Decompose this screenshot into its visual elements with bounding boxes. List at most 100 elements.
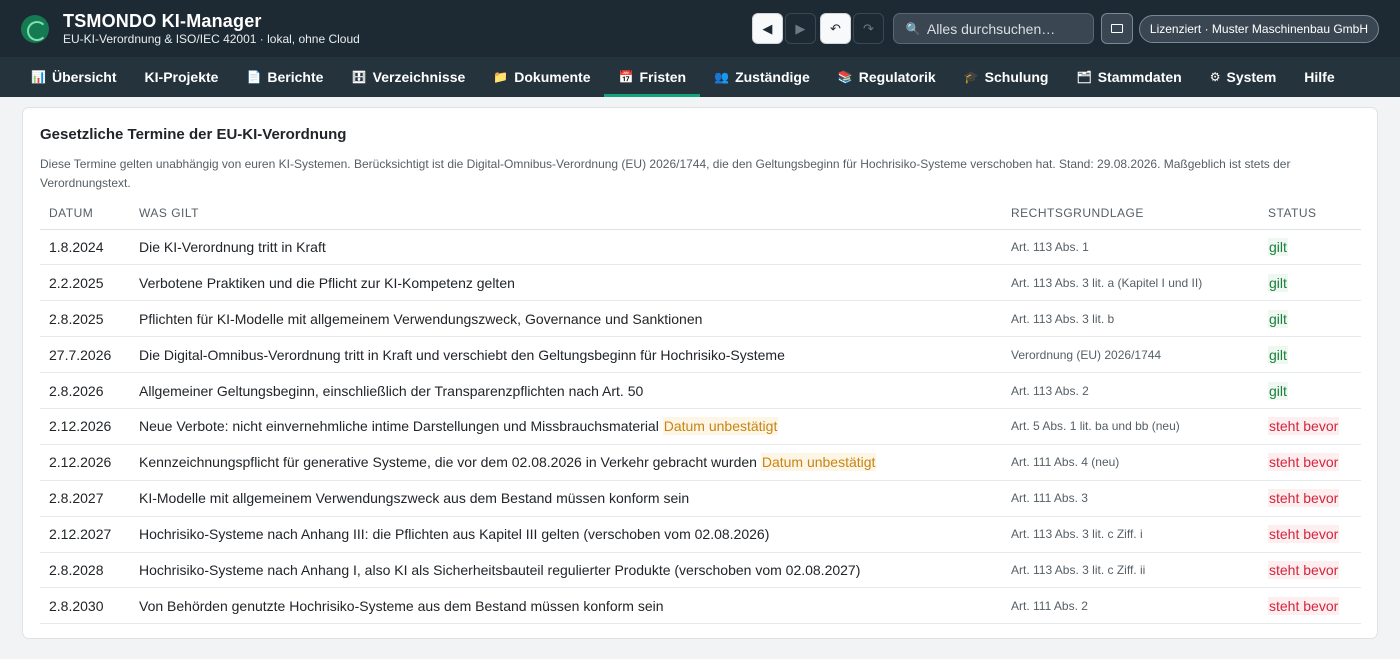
- cell-status: gilt: [1259, 229, 1361, 266]
- app-subtitle: EU-KI-Verordnung & ISO/IEC 42001 · lokal…: [63, 32, 360, 46]
- cell-status: steht bevor: [1259, 408, 1361, 445]
- column-header-status: STATUS: [1259, 197, 1361, 230]
- table-row: 2.12.2026 Neue Verbote: nicht einvernehml…: [40, 408, 1361, 445]
- app-logo-icon: [21, 14, 49, 43]
- tab-stammdaten[interactable]: 🗂 Stammdaten: [1062, 57, 1195, 97]
- table-row: 2.8.2027 KI-Modelle mit allgemeinem Verwe…: [40, 480, 1361, 517]
- books-icon: 📚: [837, 70, 853, 84]
- brand: TSMONDO KI-Manager EU-KI-Verordnung & IS…: [63, 11, 360, 46]
- folder-icon: 📁: [493, 70, 509, 84]
- tab-verzeichnisse[interactable]: 🗄 Verzeichnisse: [337, 57, 479, 97]
- tab-dokumente[interactable]: 📁 Dokumente: [479, 57, 604, 97]
- people-icon: 👥: [714, 70, 730, 84]
- what-text: Allgemeiner Geltungsbeginn, einschließli…: [139, 382, 644, 399]
- tab-label: Fristen: [639, 69, 687, 85]
- what-text: Neue Verbote: nicht einvernehmliche inti…: [139, 418, 659, 435]
- tab-label: Regulatorik: [858, 69, 936, 85]
- deadlines-card: Gesetzliche Termine der EU-KI-Verordnung…: [22, 107, 1378, 639]
- chart-icon: 📊: [31, 70, 46, 84]
- tab-ki-projekte[interactable]: KI-Projekte: [131, 57, 233, 97]
- back-button[interactable]: ◀: [751, 13, 783, 44]
- table-row: 2.8.2030 Von Behörden genutzte Hochrisiko…: [40, 587, 1361, 625]
- cell-status: gilt: [1259, 372, 1361, 409]
- cell-date: 2.12.2026: [40, 408, 130, 445]
- search-input[interactable]: 🔍 Alles durchsuchen…: [892, 13, 1094, 44]
- unconfirmed-badge: Datum unbestätigt: [662, 417, 779, 436]
- status-badge: gilt: [1268, 309, 1288, 328]
- redo-icon: ↷: [862, 20, 874, 36]
- cell-legal-basis: Art. 113 Abs. 3 lit. a (Kapitel I und II…: [1002, 264, 1259, 302]
- app-header: TSMONDO KI-Manager EU-KI-Verordnung & IS…: [0, 0, 1400, 57]
- cell-date: 1.8.2024: [40, 229, 130, 266]
- status-badge: steht bevor: [1268, 525, 1340, 544]
- undo-button[interactable]: ↶: [819, 13, 851, 44]
- search-placeholder: Alles durchsuchen…: [926, 20, 1056, 37]
- column-header-date: DATUM: [40, 197, 130, 230]
- mail-button[interactable]: [1100, 13, 1133, 44]
- table-row: 2.12.2026 Kennzeichnungspflicht für gener…: [40, 444, 1361, 481]
- cell-what: Verbotene Praktiken und die Pflicht zur …: [130, 264, 1002, 302]
- license-badge[interactable]: Lizenziert · Muster Maschinenbau GmbH: [1138, 14, 1379, 43]
- card-intro: Diese Termine gelten unabhängig von eure…: [40, 157, 1291, 190]
- cell-legal-basis: Art. 113 Abs. 3 lit. c Ziff. ii: [1002, 552, 1259, 589]
- cell-status: gilt: [1259, 336, 1361, 374]
- cell-legal-basis: Art. 113 Abs. 3 lit. b: [1002, 300, 1259, 338]
- forward-button[interactable]: ▶: [784, 13, 816, 44]
- unconfirmed-badge: Datum unbestätigt: [760, 453, 877, 472]
- main-navigation: 📊 Übersicht KI-Projekte 📄 Berichte 🗄 Verzeichn…: [0, 57, 1400, 97]
- cell-legal-basis: Verordnung (EU) 2026/1744: [1002, 336, 1259, 374]
- status-badge: steht bevor: [1268, 453, 1340, 472]
- table-row: 2.8.2026 Allgemeiner Geltungsbeginn, eins…: [40, 372, 1361, 409]
- tab-label: KI-Projekte: [144, 69, 219, 85]
- what-text: KI-Modelle mit allgemeinem Verwendungszw…: [139, 490, 690, 507]
- cell-what: Allgemeiner Geltungsbeginn, einschließli…: [130, 372, 1002, 409]
- triangle-left-icon: ◀: [762, 20, 773, 36]
- triangle-right-icon: ▶: [795, 20, 806, 36]
- what-text: Hochrisiko-Systeme nach Anhang I, also K…: [139, 561, 861, 578]
- cell-legal-basis: Art. 111 Abs. 2: [1002, 587, 1259, 625]
- tab-fristen[interactable]: 📅 Fristen: [604, 57, 700, 97]
- tab-regulatorik[interactable]: 📚 Regulatorik: [824, 57, 950, 97]
- cell-date: 2.12.2026: [40, 444, 130, 481]
- status-badge: steht bevor: [1268, 596, 1340, 615]
- cell-status: steht bevor: [1259, 552, 1361, 589]
- tab-label: Berichte: [267, 69, 324, 85]
- cell-what: Die KI-Verordnung tritt in Kraft: [130, 229, 1002, 266]
- tab-system[interactable]: ⚙ System: [1196, 57, 1291, 97]
- cell-status: steht bevor: [1259, 444, 1361, 481]
- tab-zuständige[interactable]: 👥 Zuständige: [700, 57, 824, 97]
- table-row: 2.8.2028 Hochrisiko-Systeme nach Anhang I…: [40, 552, 1361, 589]
- tab-hilfe[interactable]: Hilfe: [1290, 57, 1348, 97]
- redo-button[interactable]: ↷: [852, 13, 884, 44]
- app-title: TSMONDO KI-Manager: [63, 11, 262, 31]
- deadlines-table: DATUM WAS GILT RECHTSGRUNDLAGE STATUS 1.…: [40, 197, 1361, 625]
- cell-legal-basis: Art. 111 Abs. 3: [1002, 480, 1259, 517]
- cell-date: 2.2.2025: [40, 264, 130, 302]
- tab-schulung[interactable]: 🎓 Schulung: [950, 57, 1063, 97]
- gear-icon: ⚙: [1209, 70, 1221, 84]
- table-row: 27.7.2026 Die Digital-Omnibus-Verordnung …: [40, 336, 1361, 374]
- tab-label: System: [1226, 69, 1277, 85]
- tab-label: Dokumente: [514, 69, 591, 85]
- tab-berichte[interactable]: 📄 Berichte: [232, 57, 337, 97]
- cell-status: gilt: [1259, 300, 1361, 338]
- cell-what: KI-Modelle mit allgemeinem Verwendungszw…: [130, 480, 1002, 517]
- status-badge: steht bevor: [1268, 417, 1340, 436]
- status-badge: gilt: [1268, 237, 1288, 256]
- tab-übersicht[interactable]: 📊 Übersicht: [17, 57, 131, 97]
- cell-what: Von Behörden genutzte Hochrisiko-Systeme…: [130, 587, 1002, 625]
- status-badge: steht bevor: [1268, 489, 1340, 508]
- document-icon: 📄: [246, 70, 262, 84]
- cell-legal-basis: Art. 113 Abs. 2: [1002, 372, 1259, 409]
- cell-date: 27.7.2026: [40, 336, 130, 374]
- status-badge: gilt: [1268, 273, 1288, 292]
- cell-what: Kennzeichnungspflicht für generative Sys…: [130, 444, 1002, 481]
- cell-date: 2.12.2027: [40, 516, 130, 553]
- cell-date: 2.8.2025: [40, 300, 130, 338]
- cell-legal-basis: Art. 113 Abs. 3 lit. c Ziff. i: [1002, 516, 1259, 553]
- calendar-icon: 📅: [618, 70, 634, 84]
- cell-what: Hochrisiko-Systeme nach Anhang I, also K…: [130, 552, 1002, 589]
- cell-date: 2.8.2028: [40, 552, 130, 589]
- what-text: Verbotene Praktiken und die Pflicht zur …: [139, 274, 515, 291]
- status-badge: gilt: [1268, 381, 1288, 400]
